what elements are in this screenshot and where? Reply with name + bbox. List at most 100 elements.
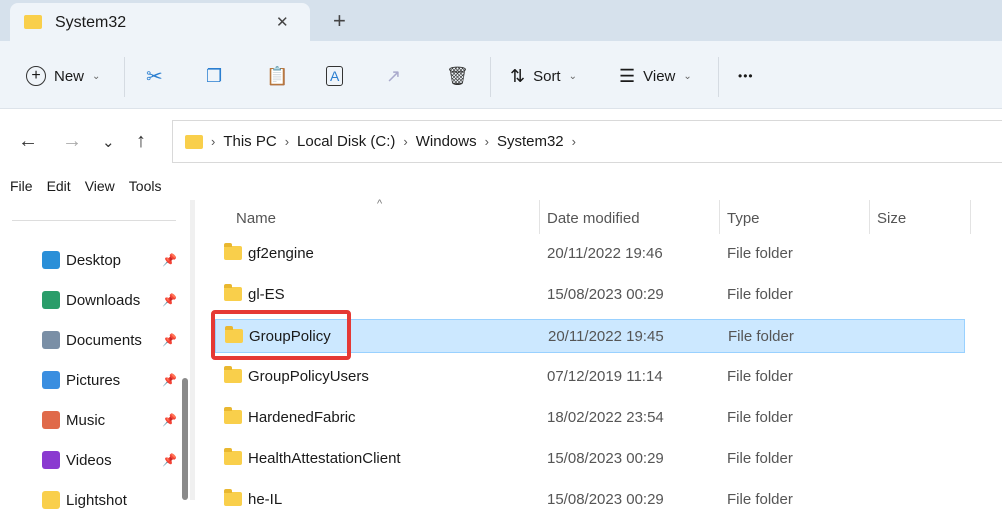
breadcrumb-system32[interactable]: System32 [497, 133, 564, 150]
menu-tools[interactable]: Tools [129, 178, 162, 200]
more-options-button[interactable]: ••• [738, 61, 754, 91]
close-tab-icon[interactable]: ✕ [276, 13, 289, 31]
plus-circle-icon: + [26, 66, 46, 86]
tab-title: System32 [55, 14, 127, 31]
downloads-icon [42, 291, 60, 309]
menu-file[interactable]: File [10, 178, 33, 200]
pin-icon[interactable]: 📌 [162, 373, 177, 387]
documents-icon [42, 331, 60, 349]
file-row[interactable]: gl-ES 15/08/2023 00:29 File folder [215, 278, 965, 312]
tab-system32[interactable]: System32 ✕ [10, 3, 310, 43]
highlight-annotation [211, 310, 351, 360]
pin-icon[interactable]: 📌 [162, 253, 177, 267]
file-type: File folder [727, 245, 793, 262]
pin-icon[interactable]: 📌 [162, 293, 177, 307]
file-name: HardenedFabric [248, 409, 356, 426]
lightshot-icon [42, 491, 60, 509]
column-header: ^ Name Date modified Type Size [197, 198, 972, 234]
recent-locations-icon[interactable]: ⌄ [102, 133, 115, 151]
menu-bar: File Edit View Tools [0, 178, 161, 200]
file-date: 20/11/2022 19:45 [548, 328, 664, 345]
file-row[interactable]: HealthAttestationClient 15/08/2023 00:29 F… [215, 442, 965, 476]
sidebar-item-label: Desktop [66, 251, 122, 269]
sidebar-item-label: Videos [66, 451, 112, 469]
folder-icon [24, 15, 42, 29]
file-row[interactable]: HardenedFabric 18/02/2022 23:54 File folde… [215, 401, 965, 435]
up-icon[interactable]: ↑ [136, 130, 146, 153]
view-button[interactable]: ☰ View ⌄ [619, 61, 692, 91]
copy-icon[interactable]: ❐ [206, 61, 222, 91]
file-date: 18/02/2022 23:54 [547, 409, 664, 426]
sidebar-item-pictures[interactable]: Pictures 📌 [42, 371, 177, 389]
file-date: 20/11/2022 19:46 [547, 245, 663, 262]
sidebar-item-downloads[interactable]: Downloads 📌 [42, 291, 177, 309]
sort-label: Sort [533, 67, 561, 85]
sidebar-item-label: Pictures [66, 371, 121, 389]
share-icon[interactable]: ↗ [386, 61, 401, 91]
file-row[interactable]: he-IL 15/08/2023 00:29 File folder [215, 483, 965, 517]
folder-icon [224, 243, 242, 260]
file-row[interactable]: gf2engine 20/11/2022 19:46 File folder [215, 237, 965, 271]
file-date: 15/08/2023 00:29 [547, 450, 664, 467]
sidebar-item-documents[interactable]: Documents 📌 [42, 331, 177, 349]
pin-icon[interactable]: 📌 [162, 413, 177, 427]
rename-icon[interactable]: A [326, 66, 344, 86]
sidebar-item-lightshot[interactable]: Lightshot [42, 491, 177, 509]
command-bar: + New ⌄ ✂ ❐ 📋 A ↗ 🗑 ⇅ Sort ⌄ ☰ View ⌄ ••• [0, 41, 1002, 109]
sidebar-item-label: Documents [66, 331, 142, 349]
folder-icon [224, 489, 242, 506]
music-icon [42, 411, 60, 429]
file-date: 07/12/2019 11:14 [547, 368, 663, 385]
file-name: GroupPolicyUsers [248, 368, 369, 385]
folder-icon [224, 366, 242, 383]
delete-icon[interactable]: 🗑 [446, 61, 469, 91]
file-type: File folder [728, 328, 794, 345]
view-icon: ☰ [619, 65, 636, 86]
paste-icon[interactable]: 📋 [266, 61, 288, 91]
back-icon[interactable]: ← [18, 130, 38, 153]
folder-icon [224, 284, 242, 301]
file-date: 15/08/2023 00:29 [547, 286, 664, 303]
breadcrumb-local-disk[interactable]: Local Disk (C:) [297, 133, 395, 150]
file-type: File folder [727, 409, 793, 426]
column-date-modified[interactable]: Date modified [547, 210, 640, 227]
column-name[interactable]: Name [236, 210, 276, 227]
new-tab-button[interactable]: + [333, 8, 346, 34]
breadcrumb-windows[interactable]: Windows [416, 133, 477, 150]
address-bar[interactable]: › This PC › Local Disk (C:) › Windows › Syst… [172, 120, 1002, 163]
menu-view[interactable]: View [85, 178, 115, 200]
file-name: gl-ES [248, 286, 285, 303]
menu-edit[interactable]: Edit [47, 178, 71, 200]
sort-icon: ⇅ [510, 65, 526, 86]
sidebar-item-music[interactable]: Music 📌 [42, 411, 177, 429]
desktop-icon [42, 251, 60, 269]
sort-ascending-icon: ^ [377, 198, 383, 210]
folder-icon [224, 448, 242, 465]
pin-icon[interactable]: 📌 [162, 453, 177, 467]
column-type[interactable]: Type [727, 210, 760, 227]
forward-icon[interactable]: → [62, 130, 82, 153]
sidebar-item-desktop[interactable]: Desktop 📌 [42, 251, 177, 269]
sort-button[interactable]: ⇅ Sort ⌄ [510, 61, 577, 91]
file-name: HealthAttestationClient [248, 450, 401, 467]
folder-icon [185, 134, 203, 149]
cut-icon[interactable]: ✂ [146, 61, 163, 91]
sidebar-item-label: Downloads [66, 291, 141, 309]
sidebar-scrollbar[interactable] [182, 378, 188, 500]
folder-icon [224, 407, 242, 424]
sidebar-item-label: Lightshot [66, 491, 127, 509]
new-button[interactable]: + New ⌄ [26, 61, 100, 91]
file-name: gf2engine [248, 245, 314, 262]
file-type: File folder [727, 368, 793, 385]
file-type: File folder [727, 450, 793, 467]
breadcrumb-this-pc[interactable]: This PC [223, 133, 276, 150]
sidebar-item-videos[interactable]: Videos 📌 [42, 451, 177, 469]
file-type: File folder [727, 286, 793, 303]
column-size[interactable]: Size [877, 210, 906, 227]
file-row[interactable]: GroupPolicyUsers 07/12/2019 11:14 File fol… [215, 360, 965, 394]
new-label: New [54, 67, 85, 85]
pin-icon[interactable]: 📌 [162, 333, 177, 347]
videos-icon [42, 451, 60, 469]
view-label: View [643, 67, 676, 85]
pictures-icon [42, 371, 60, 389]
